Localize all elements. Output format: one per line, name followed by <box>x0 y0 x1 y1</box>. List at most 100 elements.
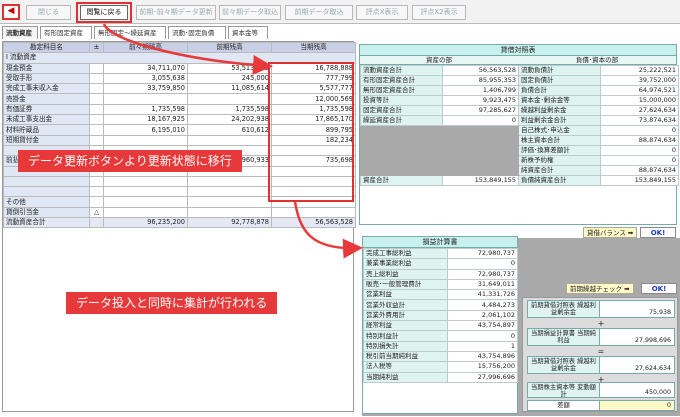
income-label: 営業外収益計 <box>363 299 448 311</box>
income-value: 43,754,896 <box>447 350 518 363</box>
prior-value <box>187 134 272 146</box>
income-statement-table: 完成工事総利益 72,980,737 兼業事業総利益 0 売上総利益 72,980,737… <box>363 247 518 383</box>
account-name: その他 <box>3 196 90 208</box>
balance-sheet-table: 流動資産合計 56,563,528 流動負債計 25,222,521 有形固定資産合計 8… <box>360 65 679 186</box>
balance-value: 0 <box>600 145 679 156</box>
import-prior-button[interactable]: 前期データ取込 <box>285 5 353 20</box>
total-value: 56,563,528 <box>271 217 356 229</box>
section-row: Ⅰ 流動資産 <box>3 52 356 64</box>
income-statement-title: 損益計算書 <box>363 237 517 248</box>
income-row: 経常利益 43,754,897 <box>363 320 518 332</box>
equals-sign: = <box>597 347 605 356</box>
prior-prior-value: 6,195,010 <box>103 124 188 136</box>
income-value: 72,980,737 <box>447 247 518 260</box>
income-value: 4,484,273 <box>447 299 518 311</box>
account-name <box>3 175 90 188</box>
income-row: 兼業事業総利益 0 <box>363 258 518 270</box>
check-item-value: 75,938 <box>648 309 671 316</box>
check-item-value: 450,000 <box>644 389 671 396</box>
balance-value: 0 <box>442 115 519 126</box>
income-row: 営業利益 41,331,726 <box>363 289 518 301</box>
balance-value: 27,624,634 <box>600 105 679 116</box>
check-item-label: 当期株主資本等 変動額計 <box>528 383 600 398</box>
show-score-x2-button[interactable]: 評点X2表示 <box>412 5 466 20</box>
current-value[interactable]: 17,865,170 <box>271 114 356 126</box>
tab-capital[interactable]: 資本金等 <box>228 26 268 39</box>
return-to-view-button[interactable]: 閲覧に戻る <box>80 5 128 20</box>
table-row: 受取手形 3,055,638 245,000 777,799 <box>3 72 356 85</box>
col-prior-prior: 前々期残高 <box>103 41 188 54</box>
account-name: 短期貸付金 <box>3 134 90 146</box>
current-value[interactable] <box>271 144 356 157</box>
total-value: 96,235,200 <box>103 217 188 229</box>
balance-value: 25,222,521 <box>600 65 679 76</box>
update-prior-data-button[interactable]: 前期･前々期データ更新 <box>136 5 216 20</box>
current-value[interactable]: 899,795 <box>271 124 356 136</box>
balance-value: 39,752,000 <box>600 75 679 86</box>
total-row: 流動資産合計 96,235,200 92,778,878 56,563,528 <box>3 217 356 229</box>
tab-liabilities[interactable]: 流動･固定負債 <box>168 26 226 39</box>
income-row: 税引前当期純利益 43,754,896 <box>363 350 518 363</box>
back-arrow-button[interactable]: ◀ <box>2 4 20 20</box>
current-value[interactable] <box>271 175 356 188</box>
income-label: 経常利益 <box>363 320 448 332</box>
section-label: Ⅰ 流動資産 <box>3 52 356 64</box>
income-label: 兼業事業総利益 <box>363 258 448 270</box>
tab-current-assets[interactable]: 流動資産 <box>2 26 38 39</box>
total-value: 92,778,878 <box>187 217 272 229</box>
prior-value: 11,085,614 <box>187 83 272 95</box>
current-value[interactable] <box>271 196 356 208</box>
current-value[interactable] <box>271 206 356 219</box>
current-value[interactable] <box>271 186 356 198</box>
balance-row: 繰延資産合計 0 利益剰余金合計 73,874,634 <box>360 115 679 126</box>
show-score-x-button[interactable]: 評点X表示 <box>356 5 408 20</box>
balance-label <box>360 155 443 166</box>
balance-label: 資本金･剰余金等 <box>518 95 601 106</box>
balance-row: 株主資本合計 88,874,634 <box>360 135 679 146</box>
balance-row: 流動資産合計 56,563,528 流動負債計 25,222,521 <box>360 65 679 76</box>
balance-value: 153,849,155 <box>600 175 679 186</box>
current-value[interactable]: 777,799 <box>271 72 356 85</box>
balance-value: 64,974,521 <box>600 85 679 96</box>
tab-tangible-assets[interactable]: 有形固定資産 <box>40 26 92 39</box>
prior-value <box>187 186 272 198</box>
check-item: 当期貸借対照表 繰越利益剰余金 27,624,634 <box>527 356 675 374</box>
table-row <box>3 175 356 188</box>
import-prior-prior-button[interactable]: 前々期データ取込 <box>219 5 281 20</box>
balance-value: 1,406,799 <box>442 85 519 96</box>
table-row: 現金預金 34,711,070 53,513,183 16,788,888 <box>3 62 356 74</box>
prior-prior-value <box>103 134 188 146</box>
current-value[interactable]: 1,735,598 <box>271 103 356 116</box>
balance-value <box>442 145 519 156</box>
account-name: 完成工事未収入金 <box>3 83 90 95</box>
income-label: 特別損失計 <box>363 340 448 352</box>
close-button[interactable]: 閉じる <box>26 5 71 20</box>
current-value[interactable]: 16,788,888 <box>271 62 356 74</box>
income-value: 15,756,200 <box>447 361 518 373</box>
balance-row: 固定資産合計 97,285,627 繰越利益剰余金 27,624,634 <box>360 105 679 116</box>
tab-intangible-assets[interactable]: 無形固定〜繰延資産 <box>94 26 166 39</box>
prior-value: 24,202,938 <box>187 114 272 126</box>
balance-label: 有形固定資産合計 <box>360 75 443 86</box>
sign <box>89 124 104 136</box>
balance-label: 利益剰余金合計 <box>518 115 601 126</box>
account-name: 売掛金 <box>3 93 90 105</box>
current-value[interactable]: 182,234 <box>271 134 356 146</box>
income-label: 完成工事総利益 <box>363 247 448 260</box>
carryover-check-label: 前期繰越チェック ➡ <box>566 283 634 294</box>
table-row: その他 <box>3 196 356 208</box>
current-value[interactable] <box>271 165 356 177</box>
balance-value: 56,563,528 <box>442 65 519 76</box>
table-row: 完成工事未収入金 33,759,850 11,085,614 5,577,777 <box>3 83 356 95</box>
income-statement-panel: 損益計算書 完成工事総利益 72,980,737 兼業事業総利益 0 売上総利益 72,9… <box>362 236 518 414</box>
account-name: 貸倒引当金 <box>3 206 90 219</box>
current-value[interactable]: 5,577,777 <box>271 83 356 95</box>
prior-value <box>187 175 272 188</box>
current-value[interactable]: 12,000,569 <box>271 93 356 105</box>
difference-row: 差額 0 <box>527 400 675 411</box>
prior-value: 245,000 <box>187 72 272 85</box>
current-value[interactable]: 735,698 <box>271 155 356 167</box>
balance-row: 資産合計 153,849,155 負債純資産合計 153,849,155 <box>360 175 679 186</box>
aggregate-callout: データ投入と同時に集計が行われる <box>66 292 278 314</box>
table-header: 勘定科目名 ± 前々期残高 前期残高 当期残高 <box>3 41 356 54</box>
